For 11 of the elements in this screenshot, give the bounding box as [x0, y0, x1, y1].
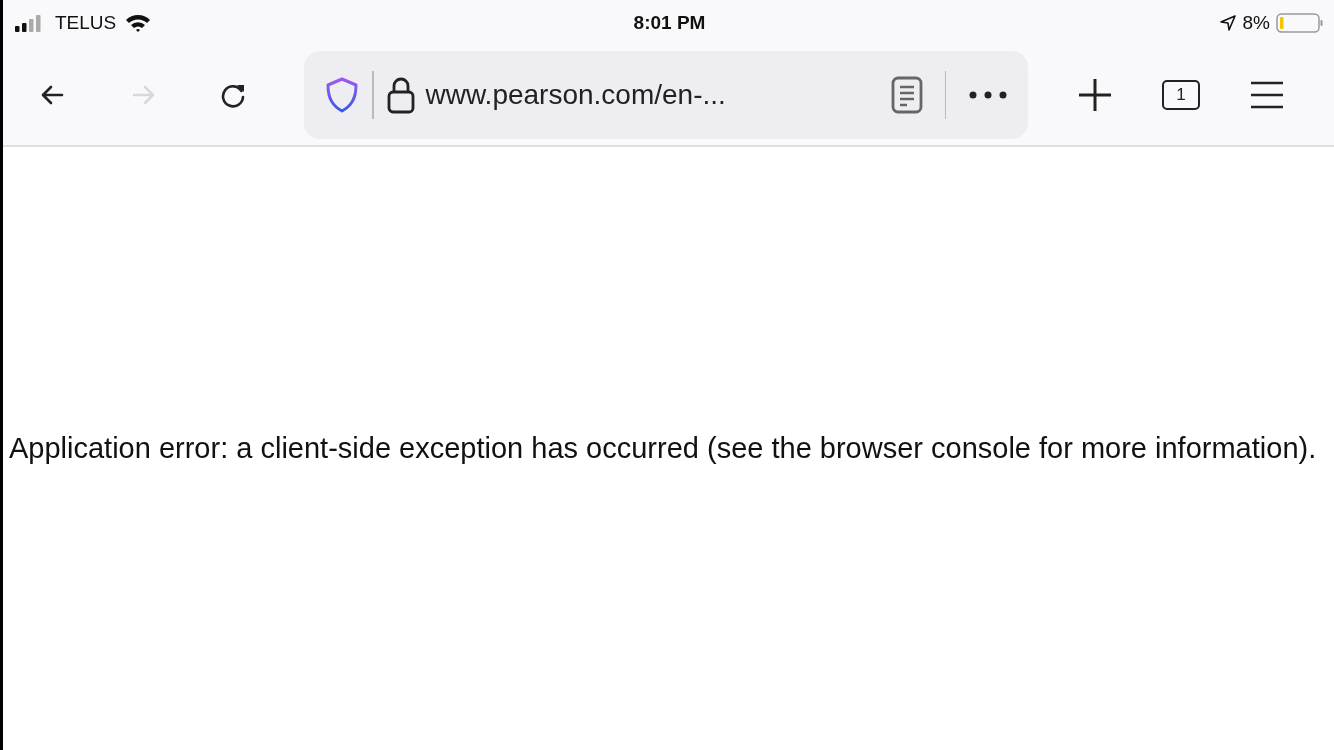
error-message: Application error: a client-side exception has occurred (see the browser console for more information).: [9, 432, 1317, 465]
carrier-name: TELUS: [55, 11, 117, 34]
location-arrow-icon: [1218, 13, 1237, 32]
tab-count-button[interactable]: 1: [1162, 80, 1200, 110]
battery-icon: [1276, 11, 1324, 34]
clock-time: 8:01 PM: [633, 11, 706, 34]
more-dots-icon[interactable]: [968, 90, 1008, 100]
wifi-icon: [124, 12, 153, 33]
battery-percent: 8%: [1242, 11, 1270, 34]
lock-icon: [385, 75, 416, 115]
shield-icon[interactable]: [324, 75, 360, 115]
